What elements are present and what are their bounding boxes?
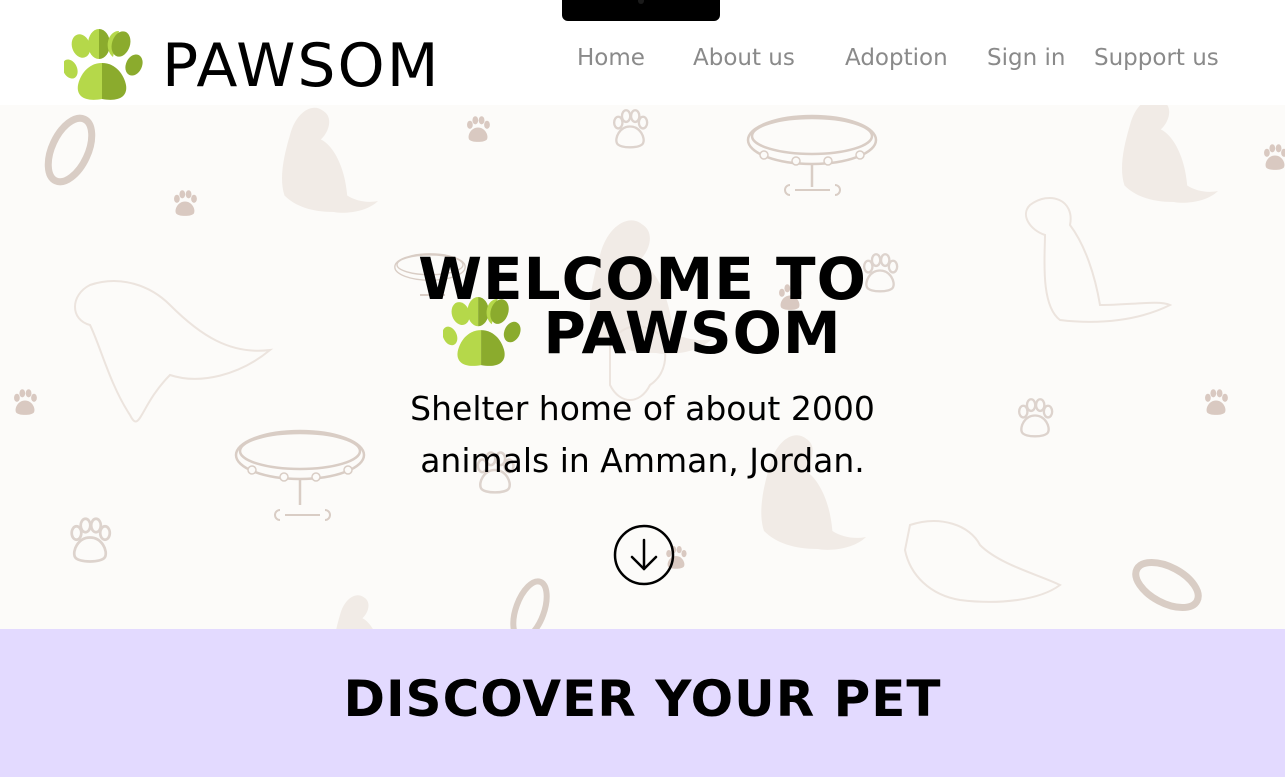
nav-sign-in[interactable]: Sign in	[987, 40, 1065, 76]
page: PAWSOM Home About us Adoption Sign in Su…	[0, 0, 1285, 777]
hero-subtitle-line2: animals in Amman, Jordan.	[420, 441, 865, 480]
nav-support-us[interactable]: Support us	[1094, 40, 1219, 76]
discover-title: DISCOVER YOUR PET	[343, 670, 942, 728]
hero-brand-line: PAWSOM	[0, 295, 1285, 371]
brand-name: PAWSOM	[162, 31, 441, 101]
site-header: PAWSOM Home About us Adoption Sign in Su…	[0, 0, 1285, 105]
paw-icon	[64, 29, 143, 100]
hero-section: WELCOME TO PAWSOM Shelter home of about …	[0, 105, 1285, 629]
camera-dot	[638, 0, 644, 4]
hero-subtitle-line1: Shelter home of about 2000	[410, 389, 875, 428]
nav-home[interactable]: Home	[577, 40, 645, 76]
camera-notch	[562, 0, 720, 21]
discover-section: DISCOVER YOUR PET	[0, 629, 1285, 777]
scroll-down-button[interactable]	[612, 523, 676, 587]
hero-brand-name: PAWSOM	[543, 299, 842, 367]
paw-icon	[443, 297, 521, 366]
arrow-down-circle-icon	[613, 524, 675, 586]
brand-logo-link[interactable]: PAWSOM	[64, 28, 441, 104]
nav-adoption[interactable]: Adoption	[845, 40, 948, 76]
hero-subtitle: Shelter home of about 2000 animals in Am…	[0, 383, 1285, 487]
nav-about-us[interactable]: About us	[693, 40, 795, 76]
